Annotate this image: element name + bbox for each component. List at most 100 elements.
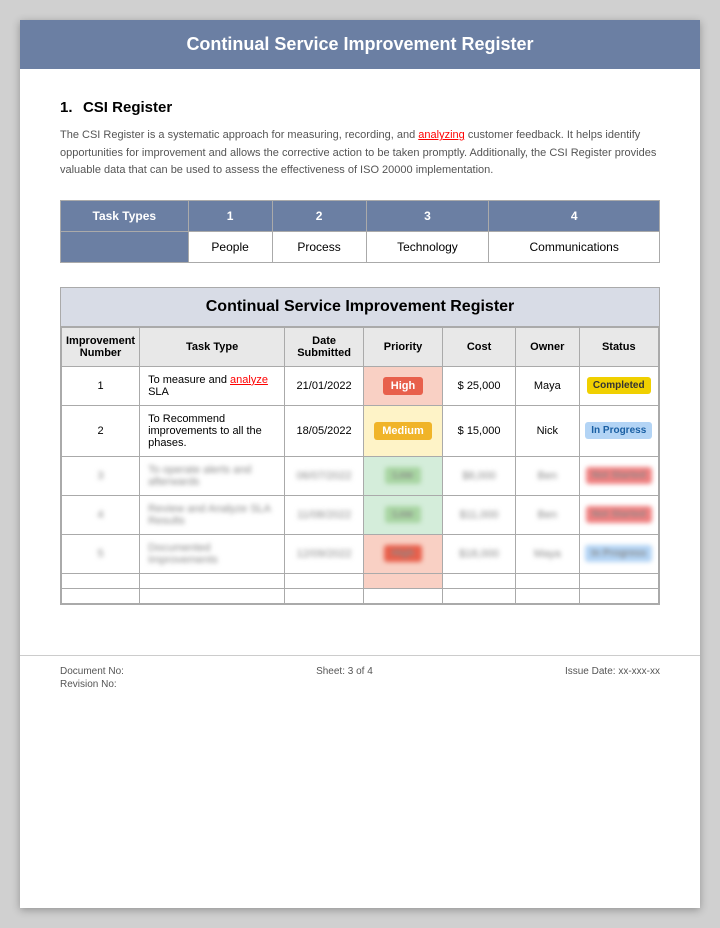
status-badge: Not Started bbox=[586, 506, 652, 523]
row-cost: $8,000 bbox=[443, 456, 516, 495]
row-task-type: To measure and analyze SLA bbox=[140, 366, 285, 405]
header-date-submitted: Date Submitted bbox=[285, 327, 364, 366]
section-heading: 1. CSI Register bbox=[60, 99, 660, 117]
row-priority: High bbox=[364, 534, 443, 573]
page: Continual Service Improvement Register 1… bbox=[20, 20, 700, 908]
row-number bbox=[62, 588, 140, 603]
row-owner: Maya bbox=[516, 366, 579, 405]
row-number bbox=[62, 573, 140, 588]
row-owner bbox=[516, 573, 579, 588]
priority-badge: Medium bbox=[374, 422, 432, 440]
footer-center: Sheet: 3 of 4 bbox=[316, 666, 373, 690]
row-date: 21/01/2022 bbox=[285, 366, 364, 405]
row-date: 06/07/2022 bbox=[285, 456, 364, 495]
row-date: 12/09/2022 bbox=[285, 534, 364, 573]
task-types-col1: 1 bbox=[188, 200, 272, 231]
page-title: Continual Service Improvement Register bbox=[186, 34, 533, 54]
task-types-process: Process bbox=[272, 231, 366, 262]
status-badge: In Progress bbox=[585, 545, 652, 562]
row-priority: Low bbox=[364, 456, 443, 495]
row-number: 4 bbox=[62, 495, 140, 534]
row-date: 18/05/2022 bbox=[285, 405, 364, 456]
row-cost bbox=[443, 573, 516, 588]
row-number: 3 bbox=[62, 456, 140, 495]
document-no-label: Document No: bbox=[60, 666, 124, 677]
priority-badge: High bbox=[383, 377, 423, 395]
status-badge: In Progress bbox=[585, 422, 652, 439]
priority-badge: Low bbox=[385, 506, 421, 523]
status-badge: Completed bbox=[587, 377, 651, 394]
row-status bbox=[579, 588, 659, 603]
row-status: In Progress bbox=[579, 405, 659, 456]
footer: Document No: Revision No: Sheet: 3 of 4 … bbox=[20, 655, 700, 690]
task-types-table: Task Types 1 2 3 4 People Process Techno… bbox=[60, 200, 660, 263]
row-owner: Nick bbox=[516, 405, 579, 456]
row-priority: Medium bbox=[364, 405, 443, 456]
task-types-people: People bbox=[188, 231, 272, 262]
row-status: Not Started bbox=[579, 456, 659, 495]
row-status: Completed bbox=[579, 366, 659, 405]
table-row: 2To Recommend improvements to all the ph… bbox=[62, 405, 659, 456]
row-date bbox=[285, 588, 364, 603]
task-types-col3: 3 bbox=[366, 200, 489, 231]
header-task-type: Task Type bbox=[140, 327, 285, 366]
table-row bbox=[62, 573, 659, 588]
content-area: 1. CSI Register The CSI Register is a sy… bbox=[20, 89, 700, 635]
task-types-technology: Technology bbox=[366, 231, 489, 262]
row-task-type: Documented Improvements bbox=[140, 534, 285, 573]
footer-left: Document No: Revision No: bbox=[60, 666, 124, 690]
page-header: Continual Service Improvement Register bbox=[20, 20, 700, 69]
row-cost: $11,000 bbox=[443, 495, 516, 534]
csi-table-title: Continual Service Improvement Register bbox=[61, 288, 659, 327]
header-cost: Cost bbox=[443, 327, 516, 366]
table-row bbox=[62, 588, 659, 603]
header-status: Status bbox=[579, 327, 659, 366]
row-status bbox=[579, 573, 659, 588]
row-task-type bbox=[140, 573, 285, 588]
sheet-label: Sheet: 3 of 4 bbox=[316, 666, 373, 677]
row-task-type: Review and Analyze SLA Results bbox=[140, 495, 285, 534]
row-owner bbox=[516, 588, 579, 603]
row-cost: $18,000 bbox=[443, 534, 516, 573]
table-row: 5Documented Improvements12/09/2022 High $1… bbox=[62, 534, 659, 573]
task-types-col2: 2 bbox=[272, 200, 366, 231]
analyzing-word: analyzing bbox=[418, 129, 464, 141]
revision-no-label: Revision No: bbox=[60, 679, 124, 690]
header-improvement-number: Improvement Number bbox=[62, 327, 140, 366]
issue-date-label: Issue Date: xx-xxx-xx bbox=[565, 666, 660, 677]
row-number: 1 bbox=[62, 366, 140, 405]
csi-register-table-wrapper: Continual Service Improvement Register I… bbox=[60, 287, 660, 605]
row-cost: $ 15,000 bbox=[443, 405, 516, 456]
header-priority: Priority bbox=[364, 327, 443, 366]
table-row: 4Review and Analyze SLA Results11/08/202… bbox=[62, 495, 659, 534]
row-cost bbox=[443, 588, 516, 603]
row-date bbox=[285, 573, 364, 588]
footer-right: Issue Date: xx-xxx-xx bbox=[565, 666, 660, 690]
task-types-col4: 4 bbox=[489, 200, 660, 231]
row-priority: High bbox=[364, 366, 443, 405]
row-status: In Progress bbox=[579, 534, 659, 573]
row-owner: Ben bbox=[516, 456, 579, 495]
csi-register-table: Improvement Number Task Type Date Submit… bbox=[61, 327, 659, 604]
row-owner: Maya bbox=[516, 534, 579, 573]
row-number: 2 bbox=[62, 405, 140, 456]
table-row: 3To operate alerts and afterwards06/07/2… bbox=[62, 456, 659, 495]
section-number: 1. bbox=[60, 99, 73, 116]
section-description: The CSI Register is a systematic approac… bbox=[60, 127, 660, 180]
row-owner: Ben bbox=[516, 495, 579, 534]
priority-badge: High bbox=[384, 545, 422, 562]
row-number: 5 bbox=[62, 534, 140, 573]
row-priority bbox=[364, 573, 443, 588]
priority-badge: Low bbox=[385, 467, 421, 484]
row-task-type bbox=[140, 588, 285, 603]
row-status: Not Started bbox=[579, 495, 659, 534]
table-row: 1To measure and analyze SLA21/01/2022 Hig… bbox=[62, 366, 659, 405]
task-types-row-label bbox=[61, 231, 189, 262]
task-types-communications: Communications bbox=[489, 231, 660, 262]
status-badge: Not Started bbox=[586, 467, 652, 484]
task-types-col0: Task Types bbox=[61, 200, 189, 231]
row-cost: $ 25,000 bbox=[443, 366, 516, 405]
header-owner: Owner bbox=[516, 327, 579, 366]
section-title: CSI Register bbox=[83, 99, 172, 116]
row-task-type: To Recommend improvements to all the pha… bbox=[140, 405, 285, 456]
